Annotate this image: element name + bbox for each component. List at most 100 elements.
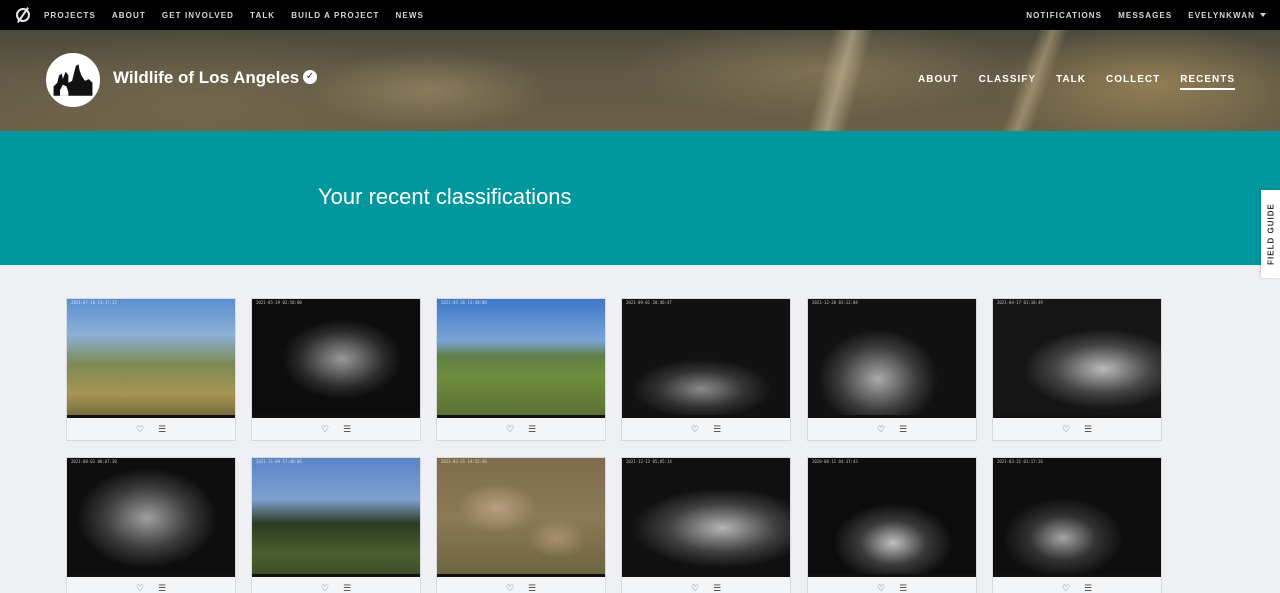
add-to-collection-icon[interactable]: ☰ [526,423,538,435]
add-to-collection-icon[interactable]: ☰ [341,423,353,435]
project-nav-collect[interactable]: COLLECT [1106,74,1160,90]
card-actions: ♡ ☰ [622,577,790,593]
top-nav-user-links: NOTIFICATIONS MESSAGES EVELYNKWAN [1026,11,1280,20]
project-nav-classify[interactable]: CLASSIFY [979,74,1036,90]
top-nav-links: PROJECTS ABOUT GET INVOLVED TALK BUILD A… [44,11,440,20]
favorite-heart-icon[interactable]: ♡ [875,582,887,593]
add-to-collection-icon[interactable]: ☰ [1082,582,1094,593]
project-nav-recents[interactable]: RECENTS [1180,74,1235,90]
classification-card: 2021-08-03 00:07:30 ♡ ☰ [66,457,236,593]
add-to-collection-icon[interactable]: ☰ [711,423,723,435]
field-guide-label: FIELD GUIDE [1266,203,1275,265]
nav-news-link[interactable]: NEWS [396,11,424,20]
project-header: Wildlife of Los Angeles ✓ ABOUT CLASSIFY… [0,30,1280,131]
add-to-collection-icon[interactable]: ☰ [526,582,538,593]
camera-timestamp: 2020-08-11 04:37:43 [812,459,858,464]
classification-card: 2021-12-13 05:05:14 ♡ ☰ [621,457,791,593]
card-actions: ♡ ☰ [437,418,605,440]
camera-timestamp: 2021-08-03 00:07:30 [71,459,117,464]
add-to-collection-icon[interactable]: ☰ [156,423,168,435]
camera-timestamp: 2021-05-19 02:58:00 [256,300,302,305]
card-actions: ♡ ☰ [993,418,1161,440]
classification-card: 2021-03-21 01:17:26 ♡ ☰ [992,457,1162,593]
subject-thumbnail[interactable]: 2021-04-17 01:18:49 [993,299,1161,418]
nav-talk-link[interactable]: TALK [250,11,275,20]
notifications-link[interactable]: NOTIFICATIONS [1026,11,1102,20]
favorite-heart-icon[interactable]: ♡ [689,582,701,593]
nav-build-project-link[interactable]: BUILD A PROJECT [291,11,379,20]
camera-timestamp: 2021-11-09 17:48:06 [256,459,302,464]
favorite-heart-icon[interactable]: ♡ [1060,423,1072,435]
add-to-collection-icon[interactable]: ☰ [897,423,909,435]
camera-timestamp: 2021-12-13 05:05:14 [626,459,672,464]
card-actions: ♡ ☰ [808,418,976,440]
favorite-heart-icon[interactable]: ♡ [504,423,516,435]
camera-timestamp: 2021-05-26 13:38:00 [441,300,487,305]
card-actions: ♡ ☰ [622,418,790,440]
project-avatar[interactable] [46,53,100,107]
project-navigation: ABOUT CLASSIFY TALK COLLECT RECENTS [898,74,1235,90]
favorite-heart-icon[interactable]: ♡ [319,582,331,593]
classification-card: 2021-05-26 13:38:00 ♡ ☰ [436,298,606,441]
card-actions: ♡ ☰ [252,577,420,593]
camera-timestamp: 2021-09-01 20:46:47 [626,300,672,305]
card-actions: ♡ ☰ [808,577,976,593]
favorite-heart-icon[interactable]: ♡ [319,423,331,435]
nav-projects-link[interactable]: PROJECTS [44,11,96,20]
add-to-collection-icon[interactable]: ☰ [156,582,168,593]
classification-card: 2021-05-19 02:58:00 ♡ ☰ [251,298,421,441]
nav-get-involved-link[interactable]: GET INVOLVED [162,11,234,20]
classification-card: 2021-12-20 03:12:04 ♡ ☰ [807,298,977,441]
favorite-heart-icon[interactable]: ♡ [1060,582,1072,593]
subject-thumbnail[interactable]: 2021-11-09 17:48:06 [252,458,420,577]
camera-timestamp: 2021-07-10 13:17:33 [71,300,117,305]
subject-thumbnail[interactable]: 2021-03-21 01:17:26 [993,458,1161,577]
camera-timestamp: 2021-03-21 14:52:46 [441,459,487,464]
card-actions: ♡ ☰ [67,418,235,440]
subject-thumbnail[interactable]: 2021-07-10 13:17:33 [67,299,235,418]
page-title: Your recent classifications [318,184,572,209]
favorite-heart-icon[interactable]: ♡ [875,423,887,435]
card-actions: ♡ ☰ [993,577,1161,593]
favorite-heart-icon[interactable]: ♡ [134,423,146,435]
top-navigation: PROJECTS ABOUT GET INVOLVED TALK BUILD A… [0,0,1280,30]
username: EVELYNKWAN [1188,10,1255,20]
subject-thumbnail[interactable]: 2021-12-13 05:05:14 [622,458,790,577]
verified-badge-icon: ✓ [303,70,317,84]
subject-thumbnail[interactable]: 2021-09-01 20:46:47 [622,299,790,418]
project-logo-icon [48,55,98,105]
user-menu[interactable]: EVELYNKWAN [1188,11,1266,20]
subject-thumbnail[interactable]: 2021-08-03 00:07:30 [67,458,235,577]
card-actions: ♡ ☰ [252,418,420,440]
subject-thumbnail[interactable]: 2021-05-19 02:58:00 [252,299,420,418]
classification-card: 2020-08-11 04:37:43 ♡ ☰ [807,457,977,593]
chevron-down-icon [1260,13,1266,18]
nav-about-link[interactable]: ABOUT [112,11,146,20]
classification-card: 2021-09-01 20:46:47 ♡ ☰ [621,298,791,441]
camera-timestamp: 2021-04-17 01:18:49 [997,300,1043,305]
card-actions: ♡ ☰ [67,577,235,593]
favorite-heart-icon[interactable]: ♡ [689,423,701,435]
classification-card: 2021-11-09 17:48:06 ♡ ☰ [251,457,421,593]
messages-link[interactable]: MESSAGES [1118,11,1172,20]
subject-thumbnail[interactable]: 2021-12-20 03:12:04 [808,299,976,418]
add-to-collection-icon[interactable]: ☰ [711,582,723,593]
camera-timestamp: 2021-12-20 03:12:04 [812,300,858,305]
favorite-heart-icon[interactable]: ♡ [504,582,516,593]
subject-thumbnail[interactable]: 2021-05-26 13:38:00 [437,299,605,418]
subject-thumbnail[interactable]: 2021-03-21 14:52:46 [437,458,605,577]
project-title[interactable]: Wildlife of Los Angeles [113,68,299,88]
subject-thumbnail[interactable]: 2020-08-11 04:37:43 [808,458,976,577]
add-to-collection-icon[interactable]: ☰ [897,582,909,593]
add-to-collection-icon[interactable]: ☰ [341,582,353,593]
project-nav-talk[interactable]: TALK [1056,74,1086,90]
classification-card: 2021-07-10 13:17:33 ♡ ☰ [66,298,236,441]
field-guide-tab[interactable]: FIELD GUIDE [1261,190,1280,278]
classification-card: 2021-03-21 14:52:46 ♡ ☰ [436,457,606,593]
add-to-collection-icon[interactable]: ☰ [1082,423,1094,435]
page-banner: Your recent classifications [0,131,1280,265]
classification-card: 2021-04-17 01:18:49 ♡ ☰ [992,298,1162,441]
zooniverse-logo-icon[interactable] [16,8,30,22]
favorite-heart-icon[interactable]: ♡ [134,582,146,593]
project-nav-about[interactable]: ABOUT [918,74,959,90]
